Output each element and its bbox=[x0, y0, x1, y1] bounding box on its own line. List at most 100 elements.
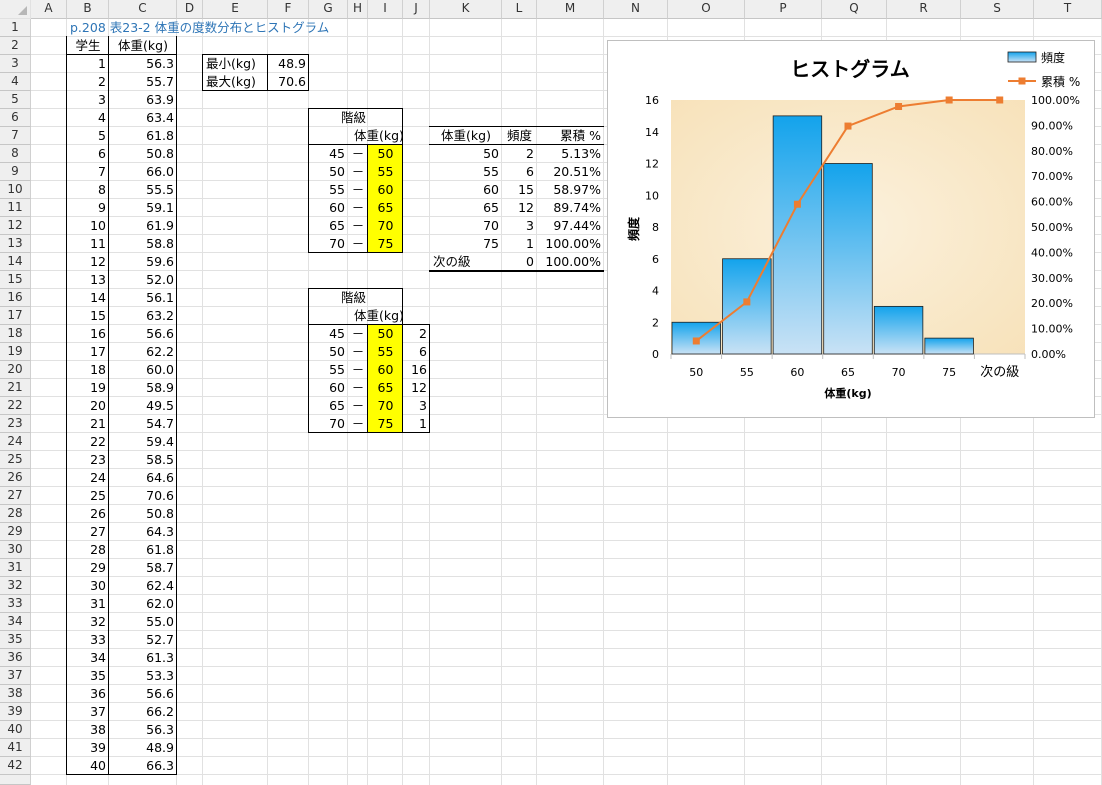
freq-table-cumulative[interactable]: 58.97% bbox=[537, 181, 604, 199]
student-id[interactable]: 21 bbox=[67, 415, 109, 433]
freq-table-bin[interactable]: 65 bbox=[430, 199, 502, 217]
class-dash[interactable]: － bbox=[348, 181, 368, 199]
row-header-9[interactable]: 9 bbox=[0, 163, 31, 181]
column-header-E[interactable]: E bbox=[203, 0, 268, 19]
class-lower[interactable]: 65 bbox=[309, 217, 348, 235]
row-header-37[interactable]: 37 bbox=[0, 667, 31, 685]
class-lower[interactable]: 55 bbox=[309, 361, 348, 379]
student-weight[interactable]: 61.9 bbox=[109, 217, 177, 235]
row-header-1[interactable]: 1 bbox=[0, 19, 31, 37]
class-frequency[interactable]: 3 bbox=[403, 397, 430, 415]
class-table-subtitle[interactable]: 体重(kg) bbox=[348, 127, 404, 145]
max-value[interactable]: 70.6 bbox=[268, 73, 309, 91]
column-header-S[interactable]: S bbox=[961, 0, 1034, 19]
student-id[interactable]: 26 bbox=[67, 505, 109, 523]
freq-table-cumulative[interactable]: 5.13% bbox=[537, 145, 604, 163]
student-weight[interactable]: 52.0 bbox=[109, 271, 177, 289]
student-weight[interactable]: 52.7 bbox=[109, 631, 177, 649]
student-weight[interactable]: 58.5 bbox=[109, 451, 177, 469]
student-id[interactable]: 38 bbox=[67, 721, 109, 739]
class-lower[interactable]: 60 bbox=[309, 379, 348, 397]
class-lower[interactable]: 65 bbox=[309, 397, 348, 415]
student-id[interactable]: 18 bbox=[67, 361, 109, 379]
histogram-chart[interactable]: ヒストグラム 0 2 4 6 8 10 12 14 16 0.00% 10.00% 20.00% 30.0… bbox=[607, 40, 1095, 418]
student-weight[interactable]: 64.6 bbox=[109, 469, 177, 487]
class-frequency[interactable]: 16 bbox=[403, 361, 430, 379]
student-id[interactable]: 23 bbox=[67, 451, 109, 469]
row-header-30[interactable]: 30 bbox=[0, 541, 31, 559]
class-upper[interactable]: 70 bbox=[368, 397, 403, 415]
student-weight[interactable]: 54.7 bbox=[109, 415, 177, 433]
row-header-39[interactable]: 39 bbox=[0, 703, 31, 721]
min-label[interactable]: 最小(kg) bbox=[203, 55, 268, 73]
freq-table-bin[interactable]: 55 bbox=[430, 163, 502, 181]
student-weight[interactable]: 58.7 bbox=[109, 559, 177, 577]
student-weight[interactable]: 63.2 bbox=[109, 307, 177, 325]
row-header-27[interactable]: 27 bbox=[0, 487, 31, 505]
student-weight[interactable]: 49.5 bbox=[109, 397, 177, 415]
row-header-26[interactable]: 26 bbox=[0, 469, 31, 487]
student-weight[interactable]: 56.6 bbox=[109, 325, 177, 343]
class-upper[interactable]: 70 bbox=[368, 217, 403, 235]
class-lower[interactable]: 70 bbox=[309, 235, 348, 253]
student-weight[interactable]: 53.3 bbox=[109, 667, 177, 685]
class-dash[interactable]: － bbox=[348, 415, 368, 433]
student-id[interactable]: 40 bbox=[67, 757, 109, 775]
student-weight[interactable]: 55.7 bbox=[109, 73, 177, 91]
freq-table-bin[interactable]: 60 bbox=[430, 181, 502, 199]
row-header-13[interactable]: 13 bbox=[0, 235, 31, 253]
student-id[interactable]: 33 bbox=[67, 631, 109, 649]
student-weight[interactable]: 56.6 bbox=[109, 685, 177, 703]
student-weight[interactable]: 58.9 bbox=[109, 379, 177, 397]
row-header-40[interactable]: 40 bbox=[0, 721, 31, 739]
student-id[interactable]: 39 bbox=[67, 739, 109, 757]
row-header-21[interactable]: 21 bbox=[0, 379, 31, 397]
row-header-43[interactable] bbox=[0, 775, 31, 785]
freq-table-cumulative[interactable]: 100.00% bbox=[537, 235, 604, 253]
row-header-22[interactable]: 22 bbox=[0, 397, 31, 415]
row-header-41[interactable]: 41 bbox=[0, 739, 31, 757]
class-frequency[interactable]: 1 bbox=[403, 415, 430, 433]
row-header-32[interactable]: 32 bbox=[0, 577, 31, 595]
class-lower[interactable]: 45 bbox=[309, 325, 348, 343]
student-id[interactable]: 13 bbox=[67, 271, 109, 289]
class-upper[interactable]: 55 bbox=[368, 343, 403, 361]
class-dash[interactable]: － bbox=[348, 163, 368, 181]
row-header-34[interactable]: 34 bbox=[0, 613, 31, 631]
class-lower[interactable]: 45 bbox=[309, 145, 348, 163]
row-header-19[interactable]: 19 bbox=[0, 343, 31, 361]
freq-table-bin[interactable]: 75 bbox=[430, 235, 502, 253]
class-dash[interactable]: － bbox=[348, 397, 368, 415]
student-id[interactable]: 29 bbox=[67, 559, 109, 577]
freq-table-bin[interactable]: 50 bbox=[430, 145, 502, 163]
weight-header[interactable]: 体重(kg) bbox=[109, 37, 177, 55]
freq-table-header-bin[interactable]: 体重(kg) bbox=[430, 127, 502, 145]
student-weight[interactable]: 59.1 bbox=[109, 199, 177, 217]
row-header-38[interactable]: 38 bbox=[0, 685, 31, 703]
student-id[interactable]: 12 bbox=[67, 253, 109, 271]
student-id[interactable]: 20 bbox=[67, 397, 109, 415]
student-weight[interactable]: 58.8 bbox=[109, 235, 177, 253]
class-upper[interactable]: 65 bbox=[368, 379, 403, 397]
column-header-J[interactable]: J bbox=[403, 0, 430, 19]
row-header-25[interactable]: 25 bbox=[0, 451, 31, 469]
student-id[interactable]: 37 bbox=[67, 703, 109, 721]
class-lower[interactable]: 50 bbox=[309, 163, 348, 181]
student-id[interactable]: 31 bbox=[67, 595, 109, 613]
select-all-corner[interactable] bbox=[0, 0, 31, 19]
row-header-2[interactable]: 2 bbox=[0, 37, 31, 55]
student-weight[interactable]: 62.0 bbox=[109, 595, 177, 613]
class-upper[interactable]: 75 bbox=[368, 415, 403, 433]
row-header-17[interactable]: 17 bbox=[0, 307, 31, 325]
row-header-10[interactable]: 10 bbox=[0, 181, 31, 199]
column-header-H[interactable]: H bbox=[348, 0, 368, 19]
class-upper[interactable]: 60 bbox=[368, 361, 403, 379]
student-weight[interactable]: 50.8 bbox=[109, 505, 177, 523]
student-id[interactable]: 9 bbox=[67, 199, 109, 217]
class-dash[interactable]: － bbox=[348, 235, 368, 253]
student-weight[interactable]: 48.9 bbox=[109, 739, 177, 757]
row-header-36[interactable]: 36 bbox=[0, 649, 31, 667]
freq-table-cumulative[interactable]: 97.44% bbox=[537, 217, 604, 235]
row-header-16[interactable]: 16 bbox=[0, 289, 31, 307]
student-weight[interactable]: 61.8 bbox=[109, 541, 177, 559]
